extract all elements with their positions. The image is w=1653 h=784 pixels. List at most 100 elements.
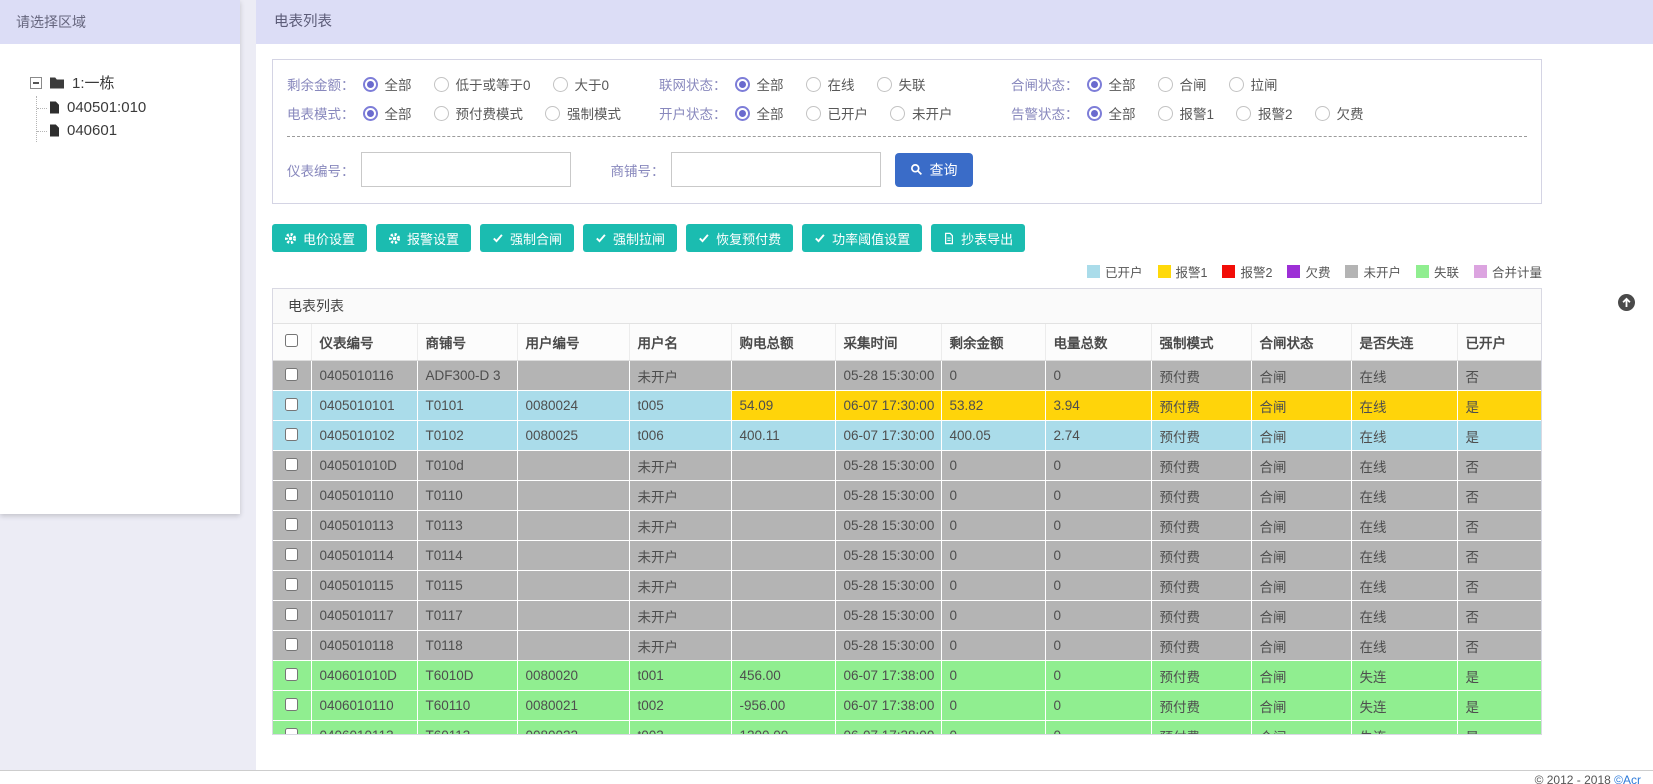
table-cell: 06-07 17:38:00 (835, 690, 942, 721)
row-checkbox[interactable] (285, 367, 299, 381)
radio-icon[interactable] (1086, 76, 1102, 92)
radio-icon[interactable] (890, 105, 905, 121)
tree-node[interactable]: 040501:010 (37, 96, 240, 119)
table-row[interactable]: 0406010113T601130080022t0031200.0006-07 … (273, 720, 1541, 734)
table-row[interactable]: 0405010115 T0115 未开户 05-28 15:30:00 0 0 预付费 合闸在… (273, 570, 1541, 601)
table-cell: 合闸 (1251, 450, 1352, 481)
radio-icon[interactable] (1086, 105, 1102, 121)
radio-option[interactable]: 大于0 (552, 74, 609, 94)
row-checkbox[interactable] (285, 577, 299, 591)
radio-icon[interactable] (805, 105, 821, 121)
row-checkbox[interactable] (285, 487, 299, 501)
table-row[interactable]: 040601010D T6010D 0080020 t001 456.00 06-07 1… (273, 660, 1541, 691)
table-row[interactable]: 0406010110 T60110 0080021 t002 -956.00 06-07 … (273, 690, 1541, 721)
radio-option[interactable]: 在线 (805, 74, 855, 94)
table-cell: 53.82 (941, 390, 1046, 421)
table-row[interactable]: 0405010118 T0118 未开户 05-28 15:30:00 0 0 预付费 合闸在… (273, 630, 1541, 661)
table-row[interactable]: 040501010D T010d 未开户 05-28 15:30:00 0 0 预付费 合闸在… (273, 450, 1541, 481)
radio-icon[interactable] (1236, 105, 1252, 121)
table-cell: 否 (1457, 600, 1541, 631)
radio-icon[interactable] (433, 105, 449, 121)
radio-option[interactable]: 全部 (362, 74, 412, 94)
radio-option[interactable]: 强制模式 (545, 103, 621, 123)
footer-vendor-link[interactable]: ©Acr (1614, 773, 1641, 784)
radio-option[interactable]: 全部 (734, 74, 784, 94)
column-header: 用户名 (629, 324, 732, 361)
filter-label: 联网状态： (659, 78, 727, 93)
table-cell: T60113 (417, 720, 518, 734)
table-row[interactable]: 0405010113 T0113 未开户 05-28 15:30:00 0 0 预付费 合闸在… (273, 510, 1541, 541)
action-button-恢复预付费[interactable]: 恢复预付费 (686, 224, 794, 252)
radio-icon[interactable] (362, 105, 378, 121)
row-checkbox[interactable] (285, 517, 299, 531)
radio-option[interactable]: 合闸 (1157, 74, 1207, 94)
table-row[interactable]: 0405010101 T0101 0080024 t005 54.09 06-07 17:… (273, 390, 1541, 421)
table-cell: 0 (941, 690, 1046, 721)
tree-node-label: 040601 (67, 122, 118, 139)
radio-option[interactable]: 欠费 (1314, 103, 1364, 123)
action-button-抄表导出[interactable]: 抄表导出 (931, 224, 1026, 252)
table-row[interactable]: 0405010114 T0114 未开户 05-28 15:30:00 0 0 预付费 合闸在… (273, 540, 1541, 571)
table-cell (517, 630, 630, 661)
row-checkbox[interactable] (285, 427, 299, 441)
footer: © 2012 - 2018 ©Acr (0, 770, 1653, 784)
table-row[interactable]: 0405010116 ADF300-D 3 未开户 05-28 15:30:00 0 0 预… (273, 360, 1541, 391)
action-button-强制拉闸[interactable]: 强制拉闸 (583, 224, 678, 252)
meter-no-input[interactable] (360, 152, 571, 187)
column-header: 合闸状态 (1251, 324, 1352, 361)
table-row[interactable]: 0405010110 T0110 未开户 05-28 15:30:00 0 0 预付费 合闸在… (273, 480, 1541, 511)
radio-option[interactable]: 预付费模式 (433, 103, 523, 123)
radio-option[interactable]: 全部 (1086, 74, 1136, 94)
radio-icon[interactable] (1157, 105, 1173, 121)
radio-icon[interactable] (552, 76, 568, 92)
row-checkbox[interactable] (285, 697, 299, 711)
search-button[interactable]: 查询 (894, 152, 973, 187)
radio-option[interactable]: 全部 (734, 103, 784, 123)
radio-icon[interactable] (1314, 105, 1330, 121)
tree-collapse-icon[interactable] (30, 76, 42, 89)
radio-option[interactable]: 未开户 (890, 103, 953, 123)
table-cell: 未开户 (629, 480, 732, 511)
radio-icon[interactable] (805, 76, 821, 92)
radio-option[interactable]: 报警2 (1236, 103, 1293, 123)
table-cell: 0405010115 (311, 570, 418, 601)
table-cell: 合闸 (1251, 690, 1352, 721)
action-button-电价设置[interactable]: 电价设置 (272, 224, 368, 252)
radio-icon[interactable] (362, 76, 378, 92)
radio-icon[interactable] (876, 76, 892, 92)
row-checkbox[interactable] (285, 607, 299, 621)
row-checkbox[interactable] (285, 667, 299, 681)
radio-option[interactable]: 已开户 (805, 103, 868, 123)
table-row[interactable]: 0405010102 T0102 0080025 t006 400.11 06-07 17… (273, 420, 1541, 451)
action-button-功率阈值设置[interactable]: 功率阈值设置 (802, 224, 923, 252)
table-cell: 在线 (1351, 480, 1458, 511)
select-all-checkbox[interactable] (285, 334, 299, 347)
table-cell: 合闸 (1251, 600, 1352, 631)
table-row[interactable]: 0405010117 T0117 未开户 05-28 15:30:00 0 0 预付费 合闸在… (273, 600, 1541, 631)
table-cell: 预付费 (1151, 450, 1252, 481)
radio-icon[interactable] (734, 76, 750, 92)
action-button-报警设置[interactable]: 报警设置 (376, 224, 472, 252)
back-to-top-button[interactable] (1618, 294, 1635, 311)
doc-icon (943, 232, 955, 245)
radio-icon[interactable] (545, 105, 560, 121)
action-button-强制合闸[interactable]: 强制合闸 (480, 224, 575, 252)
radio-option[interactable]: 全部 (362, 103, 412, 123)
row-checkbox[interactable] (285, 457, 299, 471)
radio-option[interactable]: 低于或等于0 (433, 74, 531, 94)
row-checkbox[interactable] (285, 397, 299, 411)
radio-option[interactable]: 报警1 (1157, 103, 1214, 123)
radio-icon[interactable] (433, 76, 449, 92)
tree-node[interactable]: 040601 (37, 119, 240, 142)
row-checkbox[interactable] (285, 727, 299, 734)
radio-option[interactable]: 全部 (1086, 103, 1136, 123)
radio-option[interactable]: 失联 (876, 74, 926, 94)
row-checkbox[interactable] (285, 547, 299, 561)
radio-icon[interactable] (1157, 76, 1173, 92)
row-checkbox[interactable] (285, 637, 299, 651)
radio-option[interactable]: 拉闸 (1228, 74, 1278, 94)
shop-no-input[interactable] (670, 152, 881, 187)
radio-icon[interactable] (734, 105, 750, 121)
tree-root-node[interactable]: 1:一栋 (30, 72, 240, 93)
radio-icon[interactable] (1228, 76, 1244, 92)
